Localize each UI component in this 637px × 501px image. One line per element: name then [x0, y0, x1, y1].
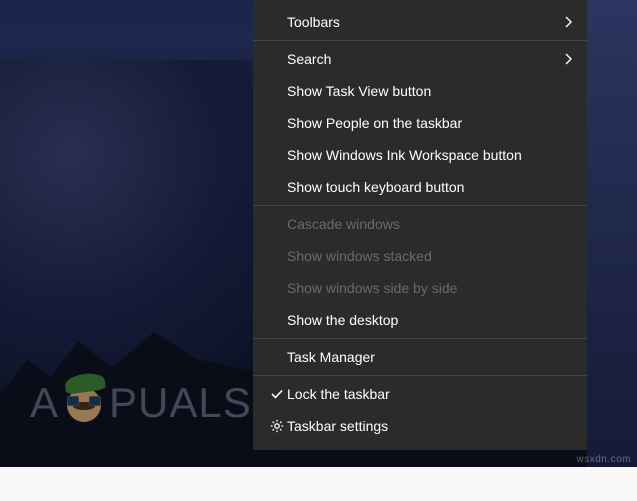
menu-label: Show windows stacked: [267, 248, 573, 264]
menu-label: Taskbar settings: [287, 418, 573, 434]
menu-section-settings: Lock the taskbar: [253, 378, 587, 442]
watermark: wsxdn.com: [576, 454, 631, 465]
menu-label: Show Windows Ink Workspace button: [267, 147, 573, 163]
menu-section-toolbars: Toolbars: [253, 6, 587, 41]
menu-item-cascade: Cascade windows: [253, 208, 587, 240]
menu-label: Show Task View button: [267, 83, 573, 99]
menu-label: Search: [267, 51, 557, 67]
check-icon: [267, 387, 287, 401]
site-logo: A PUALS: [30, 379, 252, 427]
menu-item-side-by-side: Show windows side by side: [253, 272, 587, 304]
menu-item-show-people[interactable]: Show People on the taskbar: [253, 107, 587, 139]
bottom-bar: [0, 467, 637, 501]
menu-label: Lock the taskbar: [287, 386, 573, 402]
menu-item-lock-taskbar[interactable]: Lock the taskbar: [253, 378, 587, 410]
menu-item-task-manager[interactable]: Task Manager: [253, 341, 587, 373]
chevron-right-icon: [557, 16, 573, 28]
menu-item-show-ink[interactable]: Show Windows Ink Workspace button: [253, 139, 587, 171]
menu-label: Show touch keyboard button: [267, 179, 573, 195]
gear-icon: [267, 419, 287, 433]
menu-item-search[interactable]: Search: [253, 43, 587, 75]
taskbar-context-menu: Toolbars Search Show Task View button Sh…: [253, 0, 587, 450]
menu-label: Show People on the taskbar: [267, 115, 573, 131]
menu-item-show-task-view[interactable]: Show Task View button: [253, 75, 587, 107]
menu-section-windows: Cascade windows Show windows stacked Sho…: [253, 208, 587, 339]
logo-text-prefix: A: [30, 379, 59, 427]
logo-avatar: [61, 380, 107, 426]
chevron-right-icon: [557, 53, 573, 65]
menu-label: Show the desktop: [267, 312, 573, 328]
menu-item-taskbar-settings[interactable]: Taskbar settings: [253, 410, 587, 442]
menu-item-show-desktop[interactable]: Show the desktop: [253, 304, 587, 336]
logo-text-suffix: PUALS: [109, 379, 252, 427]
menu-section-taskmgr: Task Manager: [253, 341, 587, 376]
menu-section-view: Search Show Task View button Show People…: [253, 43, 587, 206]
menu-item-show-touch-kb[interactable]: Show touch keyboard button: [253, 171, 587, 203]
menu-label: Cascade windows: [267, 216, 573, 232]
menu-label: Show windows side by side: [267, 280, 573, 296]
menu-label: Task Manager: [267, 349, 573, 365]
menu-label: Toolbars: [267, 14, 557, 30]
menu-item-stacked: Show windows stacked: [253, 240, 587, 272]
menu-item-toolbars[interactable]: Toolbars: [253, 6, 587, 38]
